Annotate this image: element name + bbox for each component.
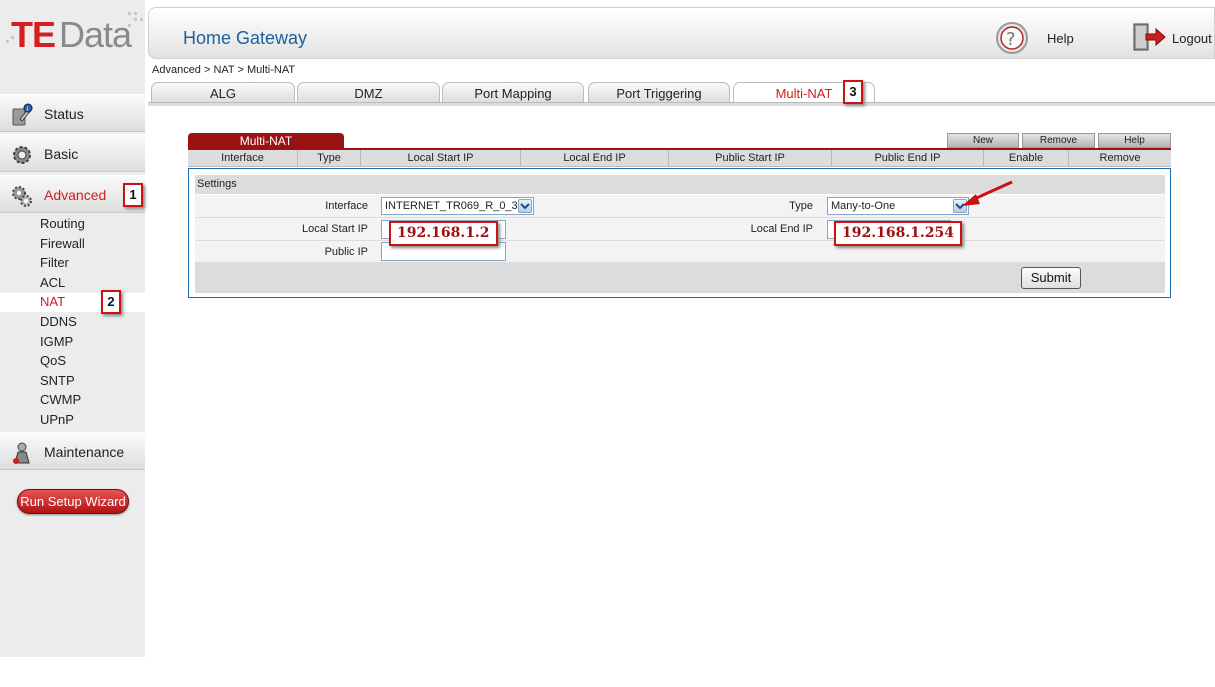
sidebar-item-label: Basic <box>44 146 79 162</box>
type-label: Type <box>789 200 813 212</box>
sidebar-subitem-nat[interactable]: NAT <box>0 293 145 312</box>
settings-form: Settings Interface INTERNET_TR069_R_0_35… <box>188 168 1171 298</box>
sidebar-item-basic[interactable]: Basic <box>0 134 145 172</box>
column-header: Public End IP <box>832 150 984 167</box>
tab-port-triggering[interactable]: Port Triggering <box>588 82 730 103</box>
column-header: Local End IP <box>521 150 669 167</box>
form-row-public-ip: Public IP <box>195 241 1165 263</box>
interface-label: Interface <box>325 200 368 212</box>
sidebar-subitem-label: Routing <box>40 216 85 231</box>
sidebar-subitem-sntp[interactable]: SNTP <box>0 372 145 391</box>
local-start-ip-label: Local Start IP <box>301 223 368 235</box>
te-data-logo: TE Data <box>0 0 145 60</box>
sidebar-item-label: Status <box>44 106 84 122</box>
help-link[interactable]: Help <box>1047 31 1074 46</box>
column-header: Enable <box>984 150 1069 167</box>
form-row-local-ip: Local Start IP Local End IP <box>195 218 1165 241</box>
help-icon[interactable]: ? <box>995 21 1029 55</box>
public-ip-label: Public IP <box>324 246 368 258</box>
logout-link[interactable]: Logout <box>1172 31 1212 46</box>
form-row-interface-type: Interface INTERNET_TR069_R_0_35 Type Man… <box>195 195 1165 218</box>
sidebar-subitem-filter[interactable]: Filter <box>0 254 145 273</box>
svg-text:i: i <box>27 106 29 113</box>
run-setup-wizard-button[interactable]: Run Setup Wizard <box>17 489 129 514</box>
interface-select-value: INTERNET_TR069_R_0_35 <box>385 200 524 212</box>
sidebar-subitem-acl[interactable]: ACL <box>0 274 145 293</box>
sidebar-subitem-upnp[interactable]: UPnP <box>0 411 145 430</box>
annotation-badge-1: 1 <box>123 183 143 207</box>
sidebar-subitem-label: Firewall <box>40 236 85 251</box>
column-header: Remove <box>1099 152 1141 164</box>
status-icon: i <box>12 103 33 126</box>
sidebar-subitem-firewall[interactable]: Firewall <box>0 235 145 254</box>
annotation-local-end-ip: 192.168.1.254 <box>834 221 963 246</box>
column-header: Interface <box>188 150 298 167</box>
annotation-badge-2: 2 <box>101 290 121 314</box>
tab-dmz[interactable]: DMZ <box>297 82 440 103</box>
type-select-value: Many-to-One <box>831 200 896 212</box>
sidebar-item-label: Advanced <box>44 187 107 203</box>
annotation-local-start-ip: 192.168.1.2 <box>389 221 498 246</box>
maintenance-icon <box>13 442 30 464</box>
sidebar-subitem-routing[interactable]: Routing <box>0 215 145 234</box>
sidebar-subitem-label: ACL <box>40 275 66 290</box>
submit-row: Submit <box>195 263 1165 293</box>
logo-text: TE Data <box>11 14 132 56</box>
new-button[interactable]: New <box>947 133 1019 148</box>
sidebar-item-label: Maintenance <box>44 444 125 460</box>
sidebar-subitem-label: IGMP <box>40 334 74 349</box>
sidebar: TE Data i Status Basic Advanced Routing F… <box>0 0 145 657</box>
sidebar-subitem-label: QoS <box>40 353 67 368</box>
tab-port-mapping[interactable]: Port Mapping <box>442 82 584 103</box>
sidebar-subitem-label: UPnP <box>40 412 74 427</box>
sidebar-subitem-label: NAT <box>40 294 66 309</box>
sidebar-subitem-igmp[interactable]: IGMP <box>0 333 145 352</box>
column-header: Public Start IP <box>669 150 832 167</box>
annotation-arrow-icon <box>962 180 1013 206</box>
tab-alg[interactable]: ALG <box>151 82 295 103</box>
tab-baseline <box>148 102 1215 106</box>
column-header: Type <box>298 150 361 167</box>
svg-text:?: ? <box>1006 29 1016 50</box>
sidebar-subitem-qos[interactable]: QoS <box>0 352 145 371</box>
remove-button[interactable]: Remove <box>1022 133 1095 148</box>
sidebar-subitem-ddns[interactable]: DDNS <box>0 313 145 332</box>
sidebar-subitem-label: SNTP <box>40 373 75 388</box>
sidebar-subitem-label: DDNS <box>40 314 77 329</box>
help-button[interactable]: Help <box>1098 133 1171 148</box>
interface-select[interactable]: INTERNET_TR069_R_0_35 <box>381 197 534 215</box>
sidebar-subitem-label: Filter <box>40 255 69 270</box>
local-end-ip-label: Local End IP <box>750 223 813 235</box>
type-select[interactable]: Many-to-One <box>827 197 969 215</box>
settings-section-title: Settings <box>195 175 1165 194</box>
logo-name: Data <box>59 14 132 55</box>
sidebar-item-status[interactable]: i Status <box>0 94 145 132</box>
sidebar-item-maintenance[interactable]: Maintenance <box>0 432 145 470</box>
page-title: Home Gateway <box>183 28 308 48</box>
submit-button[interactable]: Submit <box>1021 267 1081 289</box>
logo-brand: TE <box>11 14 56 55</box>
advanced-icon <box>12 186 32 207</box>
annotation-badge-3: 3 <box>843 80 863 104</box>
header-bar: Home Gateway ? Help Logout <box>148 7 1215 59</box>
table-header: Interface Type Local Start IP Local End … <box>188 150 1171 167</box>
column-header: Local Start IP <box>361 150 521 167</box>
panel-title-tab: Multi-NAT <box>188 133 344 149</box>
sidebar-subitem-label: CWMP <box>40 392 82 407</box>
gear-icon <box>13 146 31 164</box>
breadcrumb: Advanced > NAT > Multi-NAT <box>152 64 296 76</box>
logout-icon[interactable] <box>1132 22 1166 52</box>
sidebar-subitem-cwmp[interactable]: CWMP <box>0 391 145 410</box>
chevron-down-icon[interactable] <box>518 199 532 213</box>
